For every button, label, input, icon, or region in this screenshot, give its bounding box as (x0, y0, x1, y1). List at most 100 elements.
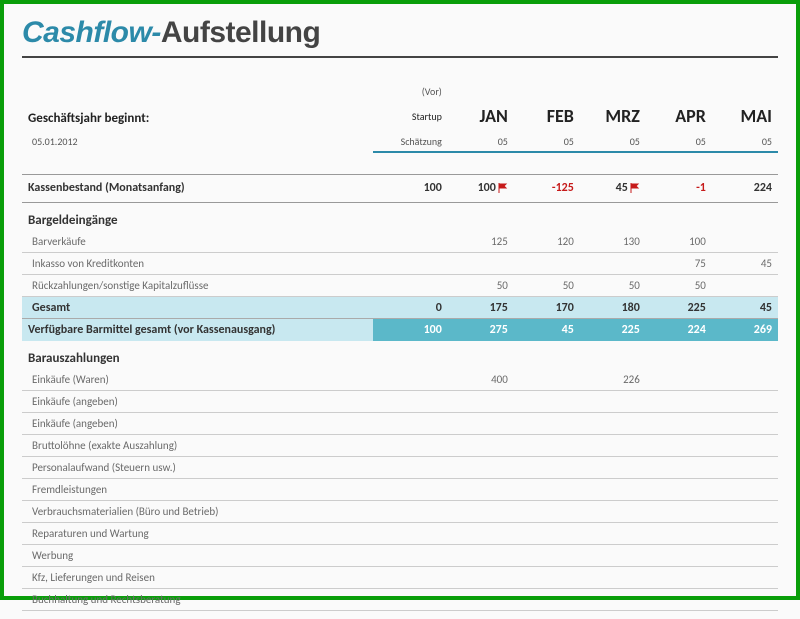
cell[interactable] (646, 457, 712, 479)
cell[interactable] (373, 369, 448, 391)
cell[interactable] (373, 275, 448, 297)
cell[interactable] (712, 369, 778, 391)
cell[interactable] (448, 501, 514, 523)
cell[interactable] (646, 501, 712, 523)
cell[interactable] (514, 253, 580, 275)
cell[interactable] (514, 545, 580, 567)
cell[interactable] (448, 523, 514, 545)
cell[interactable] (373, 435, 448, 457)
cell[interactable] (373, 391, 448, 413)
cell[interactable] (373, 253, 448, 275)
cell[interactable]: 45 (580, 174, 646, 202)
cell[interactable] (712, 457, 778, 479)
cell[interactable]: 400 (448, 369, 514, 391)
cell[interactable]: 75 (646, 253, 712, 275)
cell[interactable]: 224 (712, 174, 778, 202)
cell[interactable]: 50 (646, 275, 712, 297)
cell[interactable] (646, 391, 712, 413)
cell[interactable]: 130 (580, 231, 646, 253)
cell[interactable]: 226 (580, 369, 646, 391)
cell[interactable]: -1 (646, 174, 712, 202)
cell[interactable]: 125 (448, 231, 514, 253)
pre-header-1: (Vor) (373, 80, 448, 102)
cell[interactable]: 45 (712, 253, 778, 275)
cell[interactable] (580, 435, 646, 457)
cell[interactable] (580, 457, 646, 479)
cell[interactable] (373, 479, 448, 501)
cell[interactable]: 100 (448, 174, 514, 202)
cell[interactable] (580, 501, 646, 523)
cell[interactable] (373, 413, 448, 435)
cell[interactable] (448, 479, 514, 501)
cell[interactable] (646, 567, 712, 589)
cell[interactable]: 269 (712, 319, 778, 341)
cell[interactable]: 100 (646, 231, 712, 253)
cell[interactable]: 50 (514, 275, 580, 297)
cell[interactable]: 50 (448, 275, 514, 297)
cell[interactable] (712, 391, 778, 413)
year-suffix: 05 (448, 130, 514, 152)
cell[interactable]: 224 (646, 319, 712, 341)
cell[interactable] (580, 391, 646, 413)
cell[interactable] (712, 435, 778, 457)
cell[interactable]: 170 (514, 297, 580, 319)
cell[interactable] (514, 413, 580, 435)
cell[interactable] (712, 479, 778, 501)
cell[interactable] (580, 253, 646, 275)
cell[interactable] (580, 545, 646, 567)
cell[interactable] (514, 501, 580, 523)
cell[interactable] (580, 567, 646, 589)
cell[interactable] (580, 413, 646, 435)
cell[interactable] (373, 523, 448, 545)
cell[interactable] (373, 501, 448, 523)
cell[interactable] (514, 567, 580, 589)
cell[interactable] (448, 435, 514, 457)
cell[interactable] (448, 391, 514, 413)
cell[interactable] (373, 231, 448, 253)
cell[interactable] (514, 435, 580, 457)
cell[interactable] (712, 275, 778, 297)
cell[interactable] (514, 391, 580, 413)
cell[interactable] (712, 501, 778, 523)
cell[interactable] (514, 479, 580, 501)
cell[interactable] (580, 479, 646, 501)
cell[interactable] (448, 545, 514, 567)
cell[interactable] (448, 413, 514, 435)
cell[interactable] (514, 457, 580, 479)
cell[interactable] (646, 413, 712, 435)
cell[interactable] (646, 435, 712, 457)
cell[interactable]: 45 (712, 297, 778, 319)
cell[interactable]: 275 (448, 319, 514, 341)
cell[interactable]: 50 (580, 275, 646, 297)
cell[interactable]: 225 (580, 319, 646, 341)
cell[interactable] (448, 567, 514, 589)
cell[interactable]: 100 (373, 174, 448, 202)
cell[interactable]: -125 (514, 174, 580, 202)
cell[interactable] (712, 523, 778, 545)
cell[interactable] (712, 545, 778, 567)
cell[interactable] (646, 369, 712, 391)
cell[interactable]: 225 (646, 297, 712, 319)
cell[interactable] (373, 567, 448, 589)
cell[interactable]: 0 (373, 297, 448, 319)
cell[interactable]: 120 (514, 231, 580, 253)
cell[interactable] (448, 253, 514, 275)
cell[interactable] (373, 457, 448, 479)
cell[interactable] (646, 545, 712, 567)
cell[interactable] (514, 523, 580, 545)
cell[interactable] (712, 413, 778, 435)
cell[interactable] (373, 545, 448, 567)
cell[interactable] (646, 479, 712, 501)
cell[interactable]: 100 (373, 319, 448, 341)
cell[interactable] (514, 369, 580, 391)
cell[interactable] (448, 457, 514, 479)
cell[interactable]: 180 (580, 297, 646, 319)
cell[interactable] (646, 523, 712, 545)
cell[interactable]: 175 (448, 297, 514, 319)
table-row: Verbrauchsmaterialien (Büro und Betrieb) (22, 501, 778, 523)
cell[interactable] (712, 231, 778, 253)
cell[interactable] (712, 567, 778, 589)
kassenbestand-row: Kassenbestand (Monatsanfang) 100 100 -12… (22, 174, 778, 202)
cell[interactable]: 45 (514, 319, 580, 341)
cell[interactable] (580, 523, 646, 545)
